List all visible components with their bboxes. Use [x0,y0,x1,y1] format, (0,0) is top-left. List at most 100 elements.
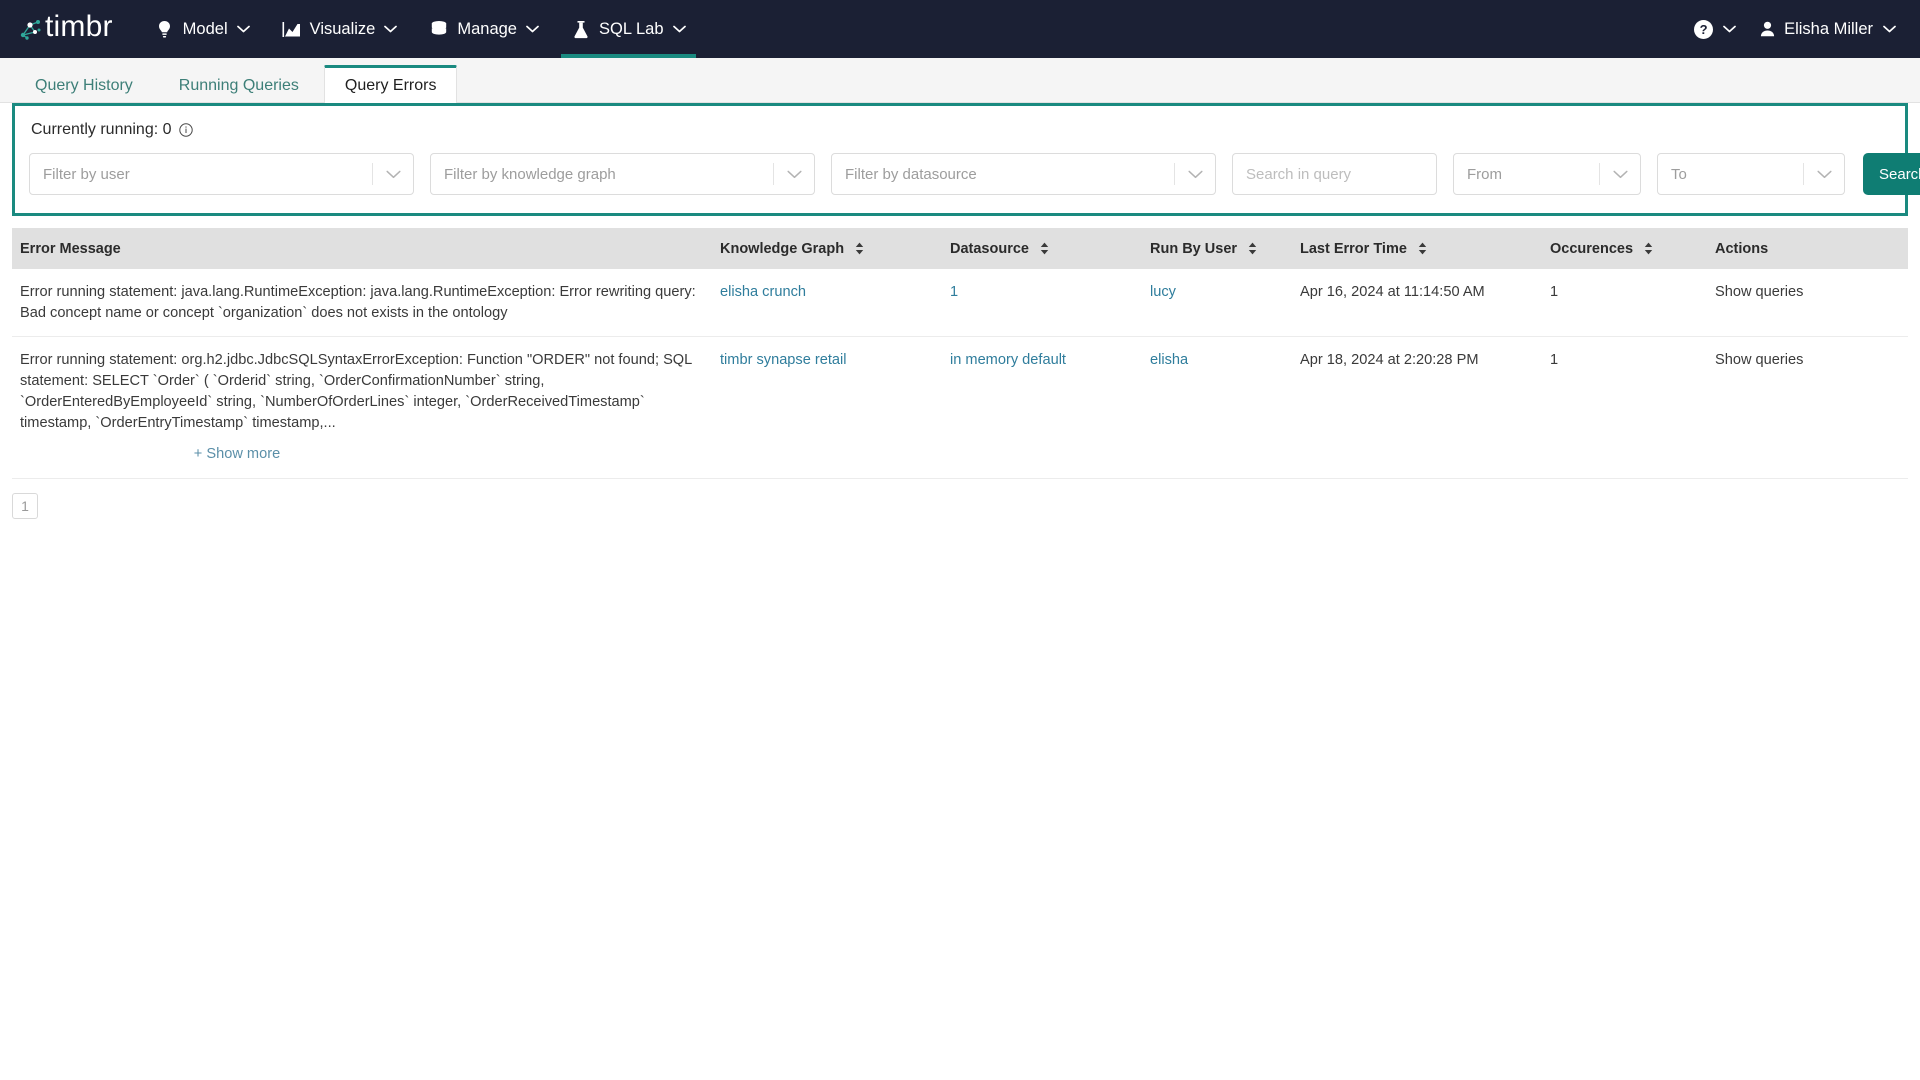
nav-item-manage-label: Manage [457,19,517,38]
timbr-logo-mark-icon [18,16,44,42]
query-errors-table: Error Message Knowledge Graph Datasource… [12,228,1908,480]
column-header-error-message: Error Message [12,228,712,269]
date-from-select[interactable]: From [1453,153,1641,195]
column-header-last-error-time: Last Error Time [1292,228,1542,269]
search-in-query-input[interactable] [1232,153,1437,195]
table-row: Error running statement: java.lang.Runti… [12,269,1908,338]
chevron-down-icon [1804,170,1844,179]
nav-item-model[interactable]: Model [139,0,266,58]
tab-query-history[interactable]: Query History [14,67,154,103]
cell-occurences: 1 [1542,336,1707,480]
sort-toggle-datasource[interactable] [1040,242,1049,255]
nav-item-model-label: Model [182,19,228,38]
column-header-knowledge-graph: Knowledge Graph [712,228,942,269]
column-header-run-by-user: Run By User [1142,228,1292,269]
sort-toggle-run-by-user[interactable] [1248,242,1257,255]
cell-datasource: in memory default [942,336,1142,480]
user-menu[interactable]: Elisha Miller [1746,20,1902,39]
cell-datasource: 1 [942,269,1142,338]
chevron-down-icon [1175,170,1215,179]
tab-query-errors[interactable]: Query Errors [323,65,458,103]
chevron-down-icon [384,25,398,33]
filter-by-user-placeholder: Filter by user [43,165,130,183]
column-label: Datasource [950,241,1029,257]
column-header-actions: Actions [1707,228,1908,269]
table-row: Error running statement: org.h2.jdbc.Jdb… [12,336,1908,480]
pagination-page-1[interactable]: 1 [12,493,38,520]
chevron-down-icon [526,25,539,33]
cell-error-message: Error running statement: org.h2.jdbc.Jdb… [12,336,712,480]
search-button[interactable]: Search [1863,153,1920,195]
help-menu[interactable]: ? [1684,19,1746,39]
sort-toggle-knowledge-graph[interactable] [855,242,864,255]
run-by-user-link[interactable]: lucy [1150,284,1176,300]
timbr-logo[interactable]: timbr [18,0,113,58]
cell-last-error-time: Apr 16, 2024 at 11:14:50 AM [1292,269,1542,338]
column-label: Actions [1715,240,1769,257]
show-more-toggle[interactable]: + Show more [20,444,704,465]
chevron-down-icon [774,170,814,179]
nav-item-sql-lab-label: SQL Lab [599,19,664,38]
currently-running-status: Currently running: 0 [31,121,1891,139]
help-icon: ? [1694,19,1714,39]
error-message-text: Error running statement: org.h2.jdbc.Jdb… [20,352,692,431]
column-header-datasource: Datasource [942,228,1142,269]
error-message-text: Error running statement: java.lang.Runti… [20,284,696,321]
sort-toggle-last-error-time[interactable] [1418,242,1427,255]
cell-occurences: 1 [1542,269,1707,338]
query-errors-table-wrapper: Error Message Knowledge Graph Datasource… [12,228,1908,480]
filter-by-knowledge-graph-placeholder: Filter by knowledge graph [444,165,616,183]
filter-by-datasource-select[interactable]: Filter by datasource [831,153,1216,195]
chevron-down-icon [236,25,250,33]
knowledge-graph-link[interactable]: elisha crunch [720,284,806,300]
top-navigation-bar: timbr Model Visualize Manage SQL Lab ? E… [0,0,1920,58]
cell-error-message: Error running statement: java.lang.Runti… [12,269,712,338]
chevron-down-icon [373,170,413,179]
column-label: Error Message [20,240,121,257]
nav-item-visualize[interactable]: Visualize [266,0,414,58]
cell-actions: Show queries [1707,336,1908,480]
user-avatar-icon [1760,21,1775,37]
filter-by-datasource-placeholder: Filter by datasource [845,165,977,183]
cell-run-by-user: elisha [1142,336,1292,480]
date-from-placeholder: From [1467,165,1502,183]
show-queries-action[interactable]: Show queries [1715,352,1803,368]
knowledge-graph-link[interactable]: timbr synapse retail [720,352,847,368]
timbr-logo-text: timbr [45,10,113,43]
cell-knowledge-graph: elisha crunch [712,269,942,338]
filter-by-user-select[interactable]: Filter by user [29,153,414,195]
nav-item-manage[interactable]: Manage [413,0,555,58]
date-to-select[interactable]: To [1657,153,1845,195]
nav-item-sql-lab[interactable]: SQL Lab [555,0,702,58]
chevron-down-icon [672,25,686,33]
filter-panel: Currently running: 0 Filter by user Filt… [12,103,1920,216]
table-body: Error running statement: java.lang.Runti… [12,269,1908,480]
filters-row: Filter by user Filter by knowledge graph… [29,153,1920,195]
tab-running-queries[interactable]: Running Queries [158,67,320,103]
column-label: Occurences [1550,241,1634,257]
nav-right-group: ? Elisha Miller [1684,0,1902,58]
cell-knowledge-graph: timbr synapse retail [712,336,942,480]
chevron-down-icon [1883,25,1896,33]
column-label: Knowledge Graph [720,241,845,257]
show-queries-action[interactable]: Show queries [1715,284,1803,300]
sort-toggle-occurences[interactable] [1644,242,1653,255]
database-icon [429,19,449,39]
lightbulb-icon [155,19,175,39]
date-to-placeholder: To [1671,165,1687,183]
datasource-link[interactable]: 1 [950,284,958,300]
chevron-down-icon [1600,170,1640,179]
run-by-user-link[interactable]: elisha [1150,352,1188,368]
filter-by-knowledge-graph-select[interactable]: Filter by knowledge graph [430,153,815,195]
info-icon[interactable] [178,123,193,137]
table-header-row: Error Message Knowledge Graph Datasource… [12,228,1908,269]
pagination: 1 [12,493,1908,520]
flask-icon [571,19,591,39]
sql-lab-tabstrip: Query History Running Queries Query Erro… [0,58,1920,103]
user-name-label: Elisha Miller [1784,19,1873,38]
chart-icon [282,19,302,39]
nav-item-visualize-label: Visualize [309,19,376,38]
column-label: Run By User [1150,241,1238,257]
column-header-occurences: Occurences [1542,228,1707,269]
datasource-link[interactable]: in memory default [950,352,1066,368]
